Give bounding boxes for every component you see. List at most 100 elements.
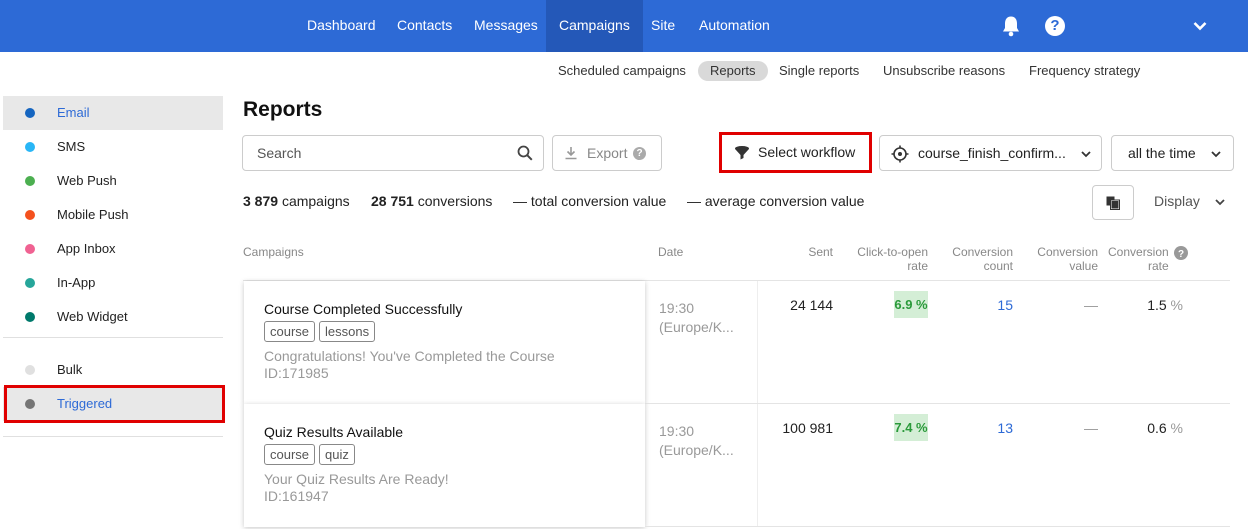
column-header-line: Conversion — [1037, 245, 1098, 259]
campaign-subject: Congratulations! You've Completed the Co… — [264, 348, 555, 364]
conversion-value: — — [1084, 297, 1098, 313]
chevron-down-icon — [1211, 151, 1221, 158]
subnav-single-reports[interactable]: Single reports — [767, 61, 871, 81]
sidebar-item-label: Web Push — [57, 173, 117, 188]
sidebar-item-web-widget[interactable]: Web Widget — [3, 300, 223, 334]
subnav-unsubscribe-reasons[interactable]: Unsubscribe reasons — [871, 61, 1017, 81]
column-header-campaigns: Campaigns — [243, 245, 304, 259]
column-header-line: count — [983, 259, 1013, 273]
highlight-box-triggered — [4, 385, 225, 423]
search-input[interactable] — [244, 137, 504, 169]
conversion-rate-value: 1.5 — [1147, 297, 1167, 313]
web-widget-dot-icon — [25, 312, 35, 322]
chevron-down-icon[interactable] — [1214, 196, 1226, 208]
stat-campaigns: 3 879 campaigns — [243, 193, 350, 209]
email-dot-icon — [25, 108, 35, 118]
subnav-scheduled-campaigns[interactable]: Scheduled campaigns — [546, 61, 698, 81]
tag[interactable]: course — [264, 321, 316, 342]
subnav-frequency-strategy[interactable]: Frequency strategy — [1017, 61, 1152, 81]
conversion-rate-value: 0.6 — [1147, 420, 1167, 436]
web-push-dot-icon — [25, 176, 35, 186]
stat-total-value: — total conversion value — [513, 193, 667, 209]
sidebar-item-in-app[interactable]: In-App — [3, 266, 223, 300]
conversion-value: — — [1084, 420, 1098, 436]
column-header-conversion-count: Conversion count — [940, 245, 1013, 273]
export-label: Export — [587, 145, 628, 161]
search-icon[interactable] — [517, 145, 533, 161]
export-button[interactable]: Export ? — [552, 135, 662, 171]
svg-text:?: ? — [1178, 249, 1184, 260]
conversions-count: 28 751 — [371, 193, 414, 209]
conversion-count[interactable]: 13 — [960, 420, 1013, 436]
conversion-count[interactable]: 15 — [960, 297, 1013, 313]
column-header-date: Date — [658, 245, 684, 259]
sidebar-item-label: Bulk — [57, 362, 83, 377]
campaigns-count: 3 879 — [243, 193, 279, 209]
chevron-down-icon — [1081, 151, 1091, 158]
table-row[interactable]: Course Completed Successfully course less… — [244, 281, 645, 404]
help-icon[interactable]: ? — [1045, 16, 1065, 36]
tag[interactable]: lessons — [319, 321, 376, 342]
top-navigation: Dashboard Contacts Messages Campaigns Si… — [0, 0, 1248, 52]
download-icon — [565, 147, 577, 160]
tag[interactable]: quiz — [319, 444, 355, 465]
column-header-line: rate — [907, 259, 928, 273]
help-icon[interactable]: ? — [1174, 246, 1188, 260]
column-header-conversion-value: Conversion value — [1025, 245, 1098, 273]
click-to-open-rate: 7.4 % — [894, 414, 928, 441]
sidebar-item-app-inbox[interactable]: App Inbox — [3, 232, 223, 266]
row-divider — [645, 403, 1230, 404]
column-header-line: Click-to-open — [857, 245, 928, 259]
nav-messages[interactable]: Messages — [461, 0, 551, 52]
date-timezone: (Europe/K... — [659, 442, 734, 458]
sidebar-item-label: Web Widget — [57, 309, 128, 324]
date-timezone: (Europe/K... — [659, 319, 734, 335]
campaign-name[interactable]: Quiz Results Available — [264, 424, 403, 440]
campaign-date: 19:30 (Europe/K... — [659, 422, 734, 460]
bell-icon[interactable] — [1001, 15, 1021, 37]
sidebar-item-label: Mobile Push — [57, 207, 129, 222]
export-help-icon[interactable]: ? — [633, 147, 646, 160]
tag[interactable]: course — [264, 444, 316, 465]
app-inbox-dot-icon — [25, 244, 35, 254]
display-toggle[interactable]: Display — [1154, 193, 1200, 209]
workflow-select[interactable]: course_finish_confirm... — [879, 135, 1102, 171]
table-row[interactable]: Quiz Results Available course quiz Your Q… — [244, 404, 645, 527]
time-range-value: all the time — [1128, 145, 1196, 161]
sidebar-item-web-push[interactable]: Web Push — [3, 164, 223, 198]
sidebar-item-label: In-App — [57, 275, 96, 290]
chevron-down-icon[interactable] — [1191, 17, 1209, 35]
stat-average-value: — average conversion value — [687, 193, 865, 209]
campaign-tags: course quiz — [264, 444, 359, 465]
column-header-line: value — [1069, 259, 1098, 273]
column-header-sent: Sent — [808, 245, 833, 259]
conversion-rate-unit: % — [1170, 297, 1183, 313]
stat-conversions: 28 751 conversions — [371, 193, 492, 209]
nav-automation[interactable]: Automation — [686, 0, 783, 52]
crosshair-icon — [891, 145, 909, 163]
column-divider — [757, 404, 758, 526]
sidebar-item-bulk[interactable]: Bulk — [3, 353, 223, 387]
copy-button[interactable] — [1092, 185, 1134, 220]
column-divider — [757, 281, 758, 403]
campaign-name[interactable]: Course Completed Successfully — [264, 301, 462, 317]
nav-campaigns[interactable]: Campaigns — [546, 0, 643, 52]
sidebar-divider — [3, 436, 223, 437]
date-time: 19:30 — [659, 423, 695, 439]
column-header-line: rate — [1148, 259, 1169, 273]
subnav-reports[interactable]: Reports — [698, 61, 768, 81]
campaign-subject: Your Quiz Results Are Ready! — [264, 471, 449, 487]
nav-site[interactable]: Site — [638, 0, 688, 52]
campaign-id: ID:171985 — [264, 365, 329, 381]
sent-count: 24 144 — [790, 297, 833, 313]
time-range-select[interactable]: all the time — [1111, 135, 1234, 171]
nav-contacts[interactable]: Contacts — [384, 0, 465, 52]
campaign-id: ID:161947 — [264, 488, 329, 504]
click-to-open-rate: 6.9 % — [894, 291, 928, 318]
mobile-push-dot-icon — [25, 210, 35, 220]
sidebar-item-mobile-push[interactable]: Mobile Push — [3, 198, 223, 232]
page-title: Reports — [243, 98, 323, 121]
sidebar-item-email[interactable]: Email — [3, 96, 223, 130]
sidebar-item-sms[interactable]: SMS — [3, 130, 223, 164]
nav-dashboard[interactable]: Dashboard — [294, 0, 389, 52]
